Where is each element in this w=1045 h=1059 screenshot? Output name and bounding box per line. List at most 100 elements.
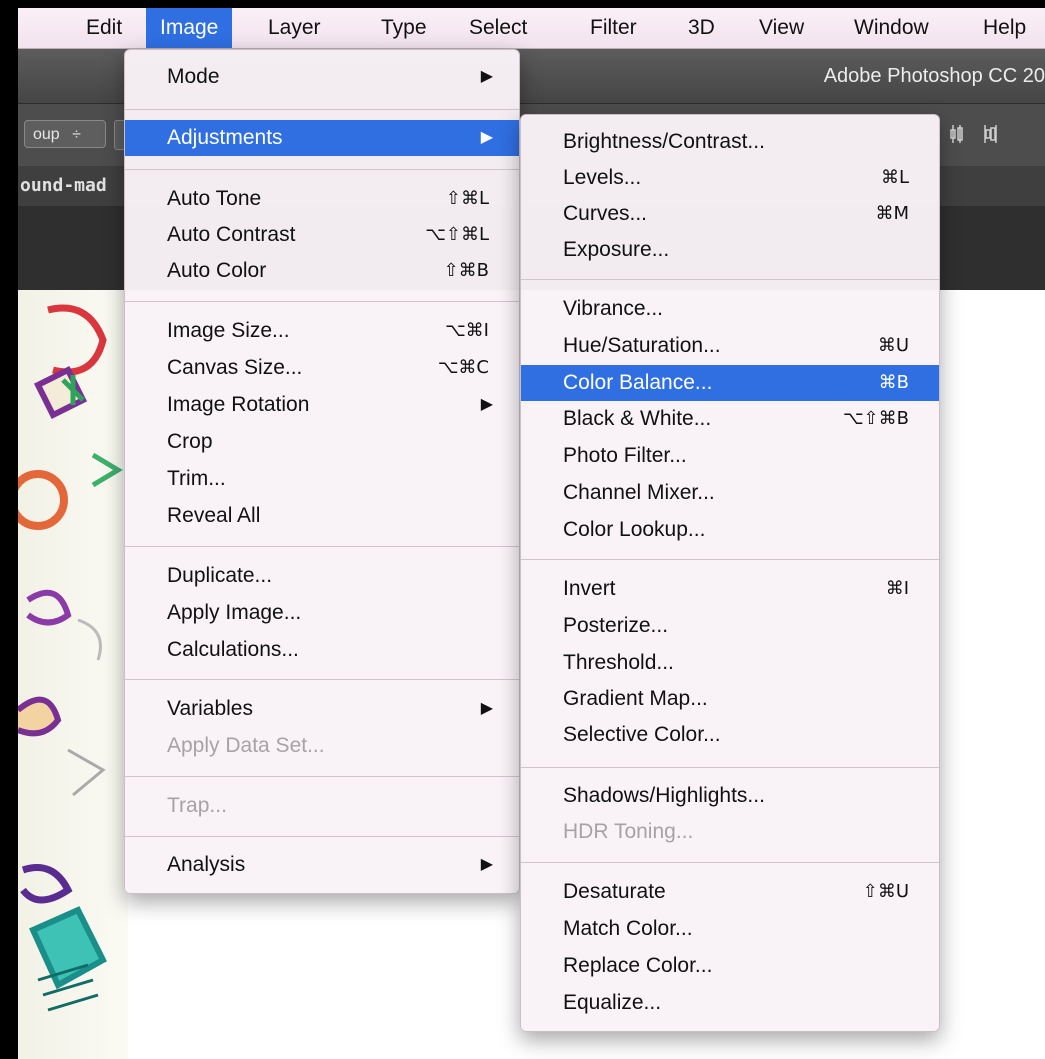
menu-item-label: Exposure... — [563, 238, 670, 261]
menu-item-label: Brightness/Contrast... — [563, 130, 765, 153]
menu-item-label: Color Balance... — [563, 371, 713, 394]
menu-item-mode[interactable]: Mode ▶ — [125, 59, 519, 95]
menu-item-desaturate[interactable]: Desaturate ⇧⌘U — [521, 874, 939, 910]
menu-item-label: Replace Color... — [563, 954, 713, 977]
menu-item-auto-color[interactable]: Auto Color ⇧⌘B — [125, 253, 519, 289]
menu-item-label: Desaturate — [563, 880, 666, 903]
menu-item-label: Auto Tone — [167, 187, 262, 210]
menu-item-label: Posterize... — [563, 614, 669, 637]
menu-item-shortcut: ⌘U — [877, 335, 909, 356]
menu-filter[interactable]: Filter — [576, 8, 651, 48]
menu-item-label: Apply Data Set... — [167, 734, 325, 757]
menu-item-adjustments[interactable]: Adjustments ▶ — [125, 120, 519, 156]
menu-item-shortcut: ⌘I — [885, 578, 909, 599]
menu-item-label: Match Color... — [563, 917, 693, 940]
menu-image[interactable]: Image — [146, 8, 233, 48]
menu-item-apply-data-set: Apply Data Set... — [125, 728, 519, 764]
menu-item-reveal-all[interactable]: Reveal All — [125, 498, 519, 534]
select-arrows-icon: ÷ — [72, 126, 81, 143]
adjustments-submenu: Brightness/Contrast... Levels... ⌘L Curv… — [520, 114, 940, 1032]
menu-item-color-lookup[interactable]: Color Lookup... — [521, 512, 939, 548]
menu-separator — [125, 169, 519, 170]
menu-item-channel-mixer[interactable]: Channel Mixer... — [521, 475, 939, 511]
menu-item-label: Variables — [167, 697, 253, 720]
menu-item-apply-image[interactable]: Apply Image... — [125, 595, 519, 631]
menu-separator — [521, 862, 939, 863]
menu-item-image-size[interactable]: Image Size... ⌥⌘I — [125, 313, 519, 349]
menu-item-label: Canvas Size... — [167, 356, 303, 379]
menu-item-label: Threshold... — [563, 651, 674, 674]
menu-item-shortcut: ⇧⌘U — [862, 881, 909, 902]
menu-item-calculations[interactable]: Calculations... — [125, 632, 519, 668]
menu-item-exposure[interactable]: Exposure... — [521, 232, 939, 268]
menu-item-match-color[interactable]: Match Color... — [521, 911, 939, 947]
menu-item-label: Invert — [563, 577, 616, 600]
menu-separator — [125, 109, 519, 110]
menu-item-color-balance[interactable]: Color Balance... ⌘B — [521, 365, 939, 401]
menu-item-brightness-contrast[interactable]: Brightness/Contrast... — [521, 124, 939, 160]
menu-item-shortcut: ⌥⌘C — [437, 357, 489, 378]
tool-preset-value: oup — [33, 126, 60, 143]
menu-item-label: Analysis — [167, 853, 246, 876]
menu-window[interactable]: Window — [840, 8, 943, 48]
menu-item-canvas-size[interactable]: Canvas Size... ⌥⌘C — [125, 350, 519, 386]
menu-item-threshold[interactable]: Threshold... — [521, 645, 939, 681]
menu-item-vibrance[interactable]: Vibrance... — [521, 291, 939, 327]
menu-edit[interactable]: Edit — [72, 8, 136, 48]
menu-item-label: Reveal All — [167, 504, 261, 527]
align-right-icon[interactable] — [980, 123, 1002, 151]
menu-item-levels[interactable]: Levels... ⌘L — [521, 160, 939, 196]
menu-item-label: Mode — [167, 65, 220, 88]
menu-separator — [521, 559, 939, 560]
menu-item-auto-tone[interactable]: Auto Tone ⇧⌘L — [125, 181, 519, 217]
menu-item-hue-saturation[interactable]: Hue/Saturation... ⌘U — [521, 328, 939, 364]
menu-item-label: Adjustments — [167, 126, 283, 149]
menu-separator — [125, 836, 519, 837]
menu-item-invert[interactable]: Invert ⌘I — [521, 571, 939, 607]
menu-item-trim[interactable]: Trim... — [125, 461, 519, 497]
menu-item-shortcut: ⌘L — [880, 167, 909, 188]
menu-item-label: Black & White... — [563, 407, 712, 430]
menu-help[interactable]: Help — [969, 8, 1040, 48]
menu-type[interactable]: Type — [367, 8, 441, 48]
menu-item-shortcut: ⌥⌘I — [444, 320, 489, 341]
menu-item-label: Channel Mixer... — [563, 481, 715, 504]
menu-separator — [125, 301, 519, 302]
menu-item-crop[interactable]: Crop — [125, 424, 519, 460]
menu-item-shadows-highlights[interactable]: Shadows/Highlights... — [521, 778, 939, 814]
menu-item-trap: Trap... — [125, 788, 519, 824]
menu-item-variables[interactable]: Variables ▶ — [125, 691, 519, 727]
menu-item-equalize[interactable]: Equalize... — [521, 985, 939, 1021]
menu-bar: Edit Image Layer Type Select Filter 3D V… — [18, 8, 1045, 49]
menu-item-shortcut: ⇧⌘L — [445, 188, 489, 209]
menu-item-gradient-map[interactable]: Gradient Map... — [521, 681, 939, 717]
menu-item-label: Auto Color — [167, 259, 267, 282]
tool-preset-select[interactable]: oup ÷ — [24, 120, 106, 148]
document-tab[interactable]: ound-mad — [20, 166, 107, 206]
menu-item-label: Hue/Saturation... — [563, 334, 721, 357]
menu-item-analysis[interactable]: Analysis ▶ — [125, 847, 519, 883]
menu-item-black-white[interactable]: Black & White... ⌥⇧⌘B — [521, 401, 939, 437]
menu-view[interactable]: View — [745, 8, 818, 48]
menu-item-image-rotation[interactable]: Image Rotation ▶ — [125, 387, 519, 423]
menu-layer[interactable]: Layer — [254, 8, 335, 48]
menu-item-curves[interactable]: Curves... ⌘M — [521, 196, 939, 232]
menu-item-duplicate[interactable]: Duplicate... — [125, 558, 519, 594]
menu-item-selective-color[interactable]: Selective Color... — [521, 717, 939, 753]
menu-item-shortcut: ⌥⇧⌘B — [842, 408, 909, 429]
menu-item-shortcut: ⌥⇧⌘L — [425, 224, 489, 245]
menu-item-label: Levels... — [563, 166, 642, 189]
menu-item-photo-filter[interactable]: Photo Filter... — [521, 438, 939, 474]
menu-item-label: HDR Toning... — [563, 820, 694, 843]
menu-item-posterize[interactable]: Posterize... — [521, 608, 939, 644]
align-center-icon[interactable] — [948, 123, 970, 151]
menu-item-shortcut: ⌘M — [875, 203, 909, 224]
menu-3d[interactable]: 3D — [674, 8, 729, 48]
app-title: Adobe Photoshop CC 20 — [823, 65, 1045, 87]
menu-item-label: Trim... — [167, 467, 226, 490]
menu-item-label: Auto Contrast — [167, 223, 296, 246]
menu-select[interactable]: Select — [455, 8, 541, 48]
menu-item-auto-contrast[interactable]: Auto Contrast ⌥⇧⌘L — [125, 217, 519, 253]
menu-item-replace-color[interactable]: Replace Color... — [521, 948, 939, 984]
menu-item-label: Trap... — [167, 794, 227, 817]
